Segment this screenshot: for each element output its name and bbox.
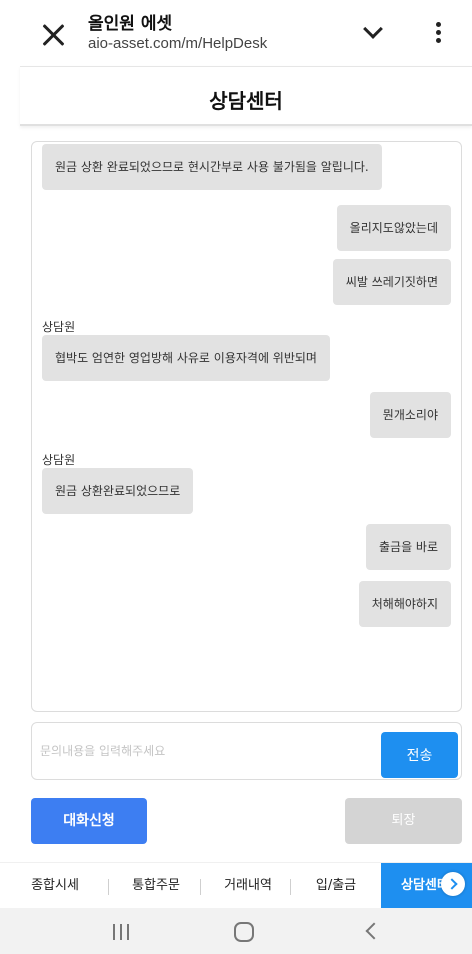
- chevron-right-icon[interactable]: [441, 872, 465, 896]
- send-button[interactable]: 전송: [381, 732, 458, 778]
- request-chat-button[interactable]: 대화신청: [31, 798, 147, 844]
- nav-item-history[interactable]: 거래내역: [206, 863, 290, 909]
- nav-item-deposit[interactable]: 입/출금: [296, 863, 376, 909]
- nav-item-market[interactable]: 종합시세: [14, 863, 96, 909]
- system-nav-bar: [0, 908, 472, 954]
- chat-message-outgoing: 처해해야하지: [358, 581, 451, 627]
- chat-message-outgoing: 올리지도않았는데: [336, 205, 451, 251]
- chat-window[interactable]: 원금 상환 완료되었으므로 현시간부로 사용 불가됨을 알립니다. 올리지도않았…: [31, 141, 462, 712]
- chevron-down-icon[interactable]: [362, 26, 384, 40]
- nav-divider: [290, 879, 291, 895]
- message-composer: 전송: [31, 722, 462, 780]
- page-header: 상담센터: [20, 66, 472, 126]
- chat-message-outgoing: 뭔개소리야: [369, 392, 451, 438]
- bottom-nav: 종합시세 통합주문 거래내역 입/출금 상담센터: [0, 862, 472, 909]
- back-icon[interactable]: [365, 922, 383, 940]
- nav-divider: [108, 879, 109, 895]
- chat-sender-label: 상담원: [42, 453, 76, 467]
- chat-message-incoming: 원금 상환완료되었으므로: [42, 468, 194, 514]
- exit-button[interactable]: 퇴장: [345, 798, 462, 844]
- close-icon[interactable]: [40, 22, 66, 48]
- recent-apps-icon[interactable]: [113, 924, 131, 940]
- chat-message-outgoing: 씨발 쓰레기짓하면: [332, 259, 451, 305]
- home-icon[interactable]: [234, 922, 254, 942]
- chat-message-outgoing: 출금을 바로: [365, 524, 451, 570]
- nav-item-order[interactable]: 통합주문: [116, 863, 196, 909]
- chat-sender-label: 상담원: [42, 320, 76, 334]
- more-options-icon[interactable]: [434, 22, 442, 46]
- message-input[interactable]: [40, 735, 370, 767]
- chat-message-incoming: 협박도 엄연한 영업방해 사유로 이용자격에 위반되며: [42, 335, 330, 381]
- nav-divider: [200, 879, 201, 895]
- site-url: aio-asset.com/m/HelpDesk: [88, 35, 268, 52]
- browser-toolbar: 올인원 에셋 aio-asset.com/m/HelpDesk: [0, 0, 472, 66]
- page-title: 상담센터: [209, 89, 283, 113]
- site-title: 올인원 에셋: [88, 14, 173, 34]
- chat-message-incoming: 원금 상환 완료되었으므로 현시간부로 사용 불가됨을 알립니다.: [42, 144, 382, 190]
